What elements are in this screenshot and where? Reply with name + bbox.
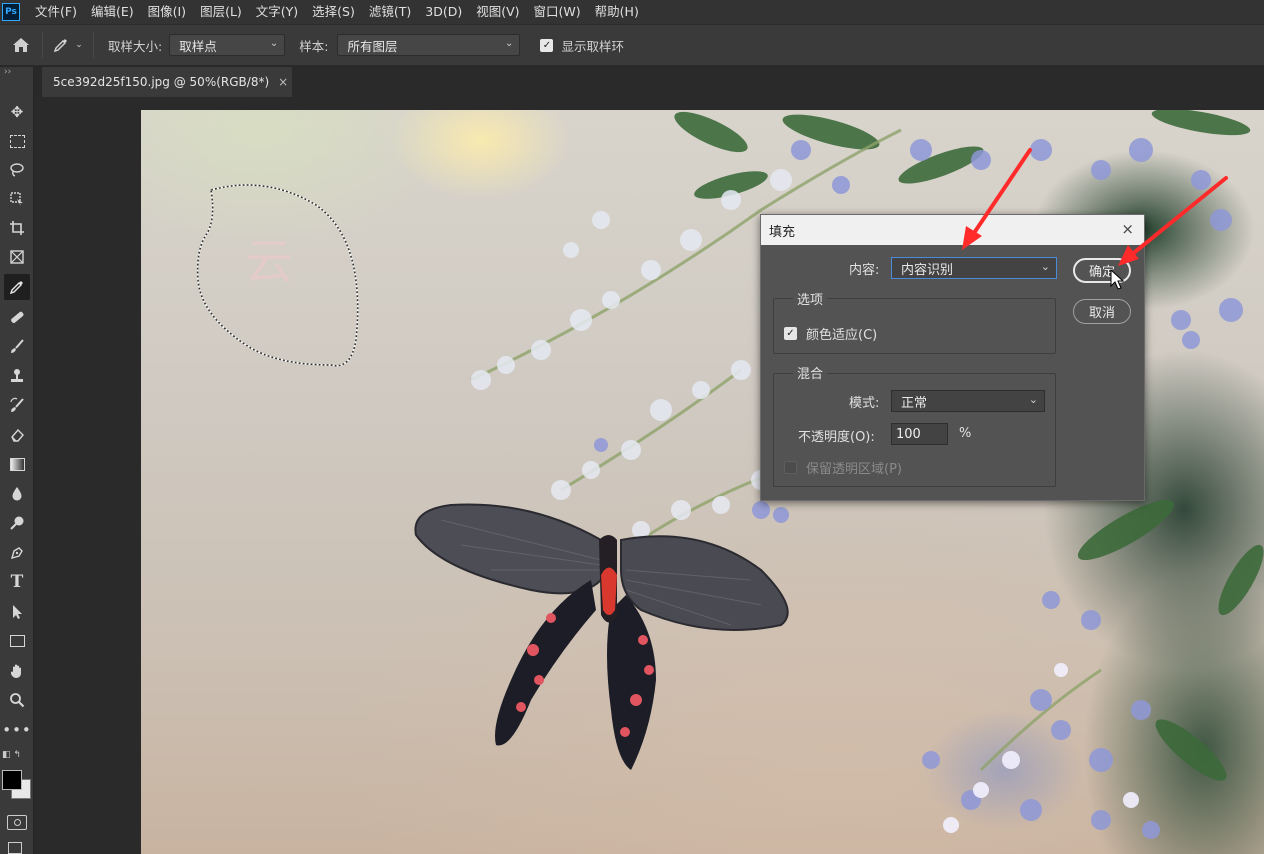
move-tool-icon[interactable]: ✥ <box>4 99 30 125</box>
mode-value: 正常 <box>901 395 928 411</box>
tools-panel: ›› ✥ T ••• ◧ ↰ <box>0 67 34 854</box>
close-icon[interactable]: × <box>1121 220 1134 238</box>
sample-value: 所有图层 <box>347 38 398 54</box>
menu-window[interactable]: 窗口(W) <box>527 0 588 24</box>
menu-select[interactable]: 选择(S) <box>305 0 362 24</box>
more-tools-icon[interactable]: ••• <box>2 717 31 743</box>
fill-dialog: 填充 × 内容: 内容识别 ⌄ 选项 ✓ 颜色适应(C) 混合 模式: 正常 ⌄… <box>760 214 1145 501</box>
mode-label: 模式: <box>849 396 880 411</box>
close-tab-icon[interactable]: × <box>278 75 288 89</box>
mode-select[interactable]: 正常 ⌄ <box>891 390 1045 412</box>
screen-mode-icon[interactable] <box>8 842 22 854</box>
foreground-color-swatch[interactable] <box>2 770 22 790</box>
sample-select[interactable]: 所有图层 ⌄ <box>337 34 521 56</box>
pen-tool-icon[interactable] <box>4 540 30 566</box>
preserve-transparency-checkbox[interactable] <box>784 461 797 474</box>
menu-type[interactable]: 文字(Y) <box>249 0 305 24</box>
eraser-tool-icon[interactable] <box>4 422 30 448</box>
sample-size-value: 取样点 <box>179 38 217 54</box>
brush-tool-icon[interactable] <box>4 333 30 359</box>
blur-tool-icon[interactable] <box>4 481 30 507</box>
opacity-value: 100 <box>896 426 921 442</box>
path-selection-tool-icon[interactable] <box>4 599 30 625</box>
collapse-panel-icon[interactable]: ›› <box>4 67 11 77</box>
dialog-titlebar[interactable]: 填充 × <box>761 215 1144 245</box>
dodge-tool-icon[interactable] <box>4 510 30 536</box>
document-tab-title: 5ce392d25f150.jpg @ 50%(RGB/8*) <box>53 75 270 89</box>
options-separator <box>93 32 94 58</box>
show-ring-label: 显示取样环 <box>561 38 624 54</box>
menu-view[interactable]: 视图(V) <box>469 0 526 24</box>
marquee-tool-icon[interactable] <box>4 128 30 154</box>
clone-stamp-tool-icon[interactable] <box>4 363 30 389</box>
chevron-down-icon: ⌄ <box>505 38 514 49</box>
hand-tool-icon[interactable] <box>4 658 30 684</box>
watermark-text: 云 <box>245 234 294 290</box>
document-tab[interactable]: 5ce392d25f150.jpg @ 50%(RGB/8*) × <box>42 67 292 97</box>
options-group-title: 选项 <box>793 289 828 308</box>
frame-tool-icon[interactable] <box>4 244 30 270</box>
chevron-down-icon: ⌄ <box>75 40 83 50</box>
color-adapt-label: 颜色适应(C) <box>806 328 878 343</box>
object-select-tool-icon[interactable] <box>4 186 30 212</box>
color-adapt-checkbox[interactable]: ✓ <box>784 327 797 340</box>
swap-colors-icon[interactable]: ◧ ↰ <box>2 750 21 760</box>
opacity-unit: % <box>959 426 972 441</box>
chevron-down-icon: ⌄ <box>269 38 279 49</box>
eyedropper-tool-preset-icon[interactable]: ⌄ <box>43 30 93 60</box>
content-select[interactable]: 内容识别 ⌄ <box>891 257 1057 279</box>
rectangle-tool-icon[interactable] <box>4 628 30 654</box>
menu-edit[interactable]: 编辑(E) <box>84 0 141 24</box>
blend-group-title: 混合 <box>793 363 828 382</box>
content-label: 内容: <box>849 263 880 278</box>
healing-brush-tool-icon[interactable] <box>4 304 30 330</box>
chevron-down-icon: ⌄ <box>1040 260 1050 273</box>
menu-layer[interactable]: 图层(L) <box>193 0 249 24</box>
lasso-tool-icon[interactable] <box>4 157 30 183</box>
butterfly-image <box>414 503 789 770</box>
dialog-title: 填充 <box>769 224 796 240</box>
home-icon[interactable] <box>0 25 42 65</box>
sample-size-label: 取样大小: <box>108 38 163 54</box>
sample-size-select[interactable]: 取样点 ⌄ <box>169 34 286 56</box>
document-tab-bar: 5ce392d25f150.jpg @ 50%(RGB/8*) × <box>42 67 1264 97</box>
zoom-tool-icon[interactable] <box>4 687 30 713</box>
menu-filter[interactable]: 滤镜(T) <box>362 0 418 24</box>
content-value: 内容识别 <box>901 262 954 278</box>
show-ring-checkbox[interactable]: ✓ <box>540 38 554 52</box>
opacity-label: 不透明度(O): <box>798 430 875 445</box>
options-bar: ⌄ 取样大小: 取样点 ⌄ 样本: 所有图层 ⌄ ✓ 显示取样环 <box>0 24 1264 66</box>
ok-button[interactable]: 确定 <box>1073 258 1131 283</box>
menu-image[interactable]: 图像(I) <box>141 0 193 24</box>
menu-bar: Ps 文件(F) 编辑(E) 图像(I) 图层(L) 文字(Y) 选择(S) 滤… <box>0 0 1264 24</box>
sample-label: 样本: <box>299 38 329 54</box>
chevron-down-icon: ⌄ <box>1028 393 1038 406</box>
type-tool-icon[interactable]: T <box>4 569 30 595</box>
menu-3d[interactable]: 3D(D) <box>418 0 469 24</box>
photoshop-logo: Ps <box>2 3 20 21</box>
menu-help[interactable]: 帮助(H) <box>588 0 646 24</box>
gradient-tool-icon[interactable] <box>4 451 30 477</box>
history-brush-tool-icon[interactable] <box>4 392 30 418</box>
quick-mask-icon[interactable] <box>7 815 27 830</box>
preserve-transparency-label: 保留透明区域(P) <box>806 462 902 477</box>
cancel-button[interactable]: 取消 <box>1073 299 1131 324</box>
opacity-input[interactable]: 100 <box>891 423 948 445</box>
menu-file[interactable]: 文件(F) <box>28 0 84 24</box>
crop-tool-icon[interactable] <box>4 215 30 241</box>
eyedropper-tool-icon[interactable] <box>4 274 30 300</box>
